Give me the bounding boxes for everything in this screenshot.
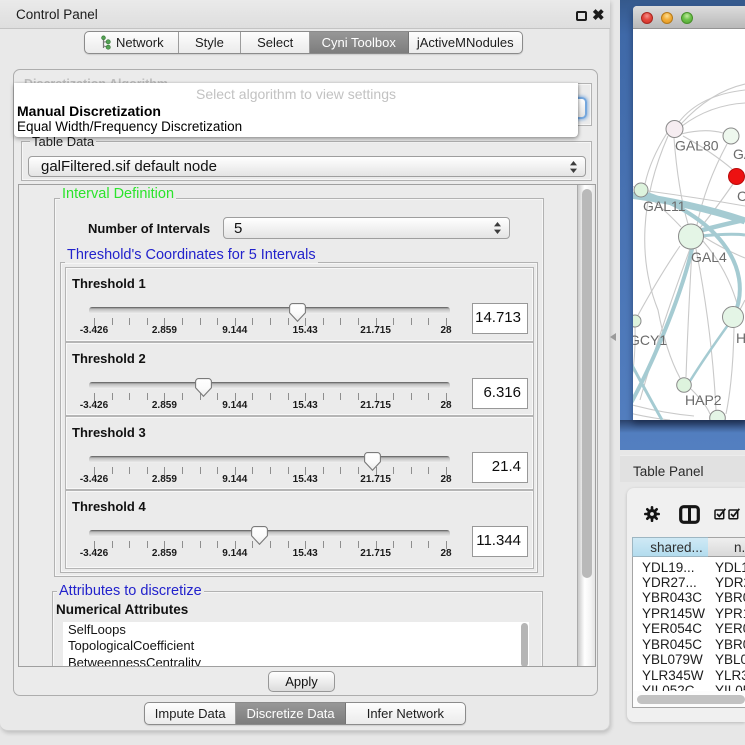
svg-text:GAL80: GAL80 [675, 138, 719, 154]
svg-text:GAL4: GAL4 [691, 249, 727, 265]
svg-text:H: H [736, 330, 745, 346]
svg-text:GCY1: GCY1 [633, 332, 667, 348]
svg-text:GA: GA [733, 146, 745, 162]
svg-text:CR: CR [737, 188, 745, 204]
svg-text:GAL11: GAL11 [643, 198, 686, 214]
svg-text:HAP2: HAP2 [685, 392, 722, 408]
